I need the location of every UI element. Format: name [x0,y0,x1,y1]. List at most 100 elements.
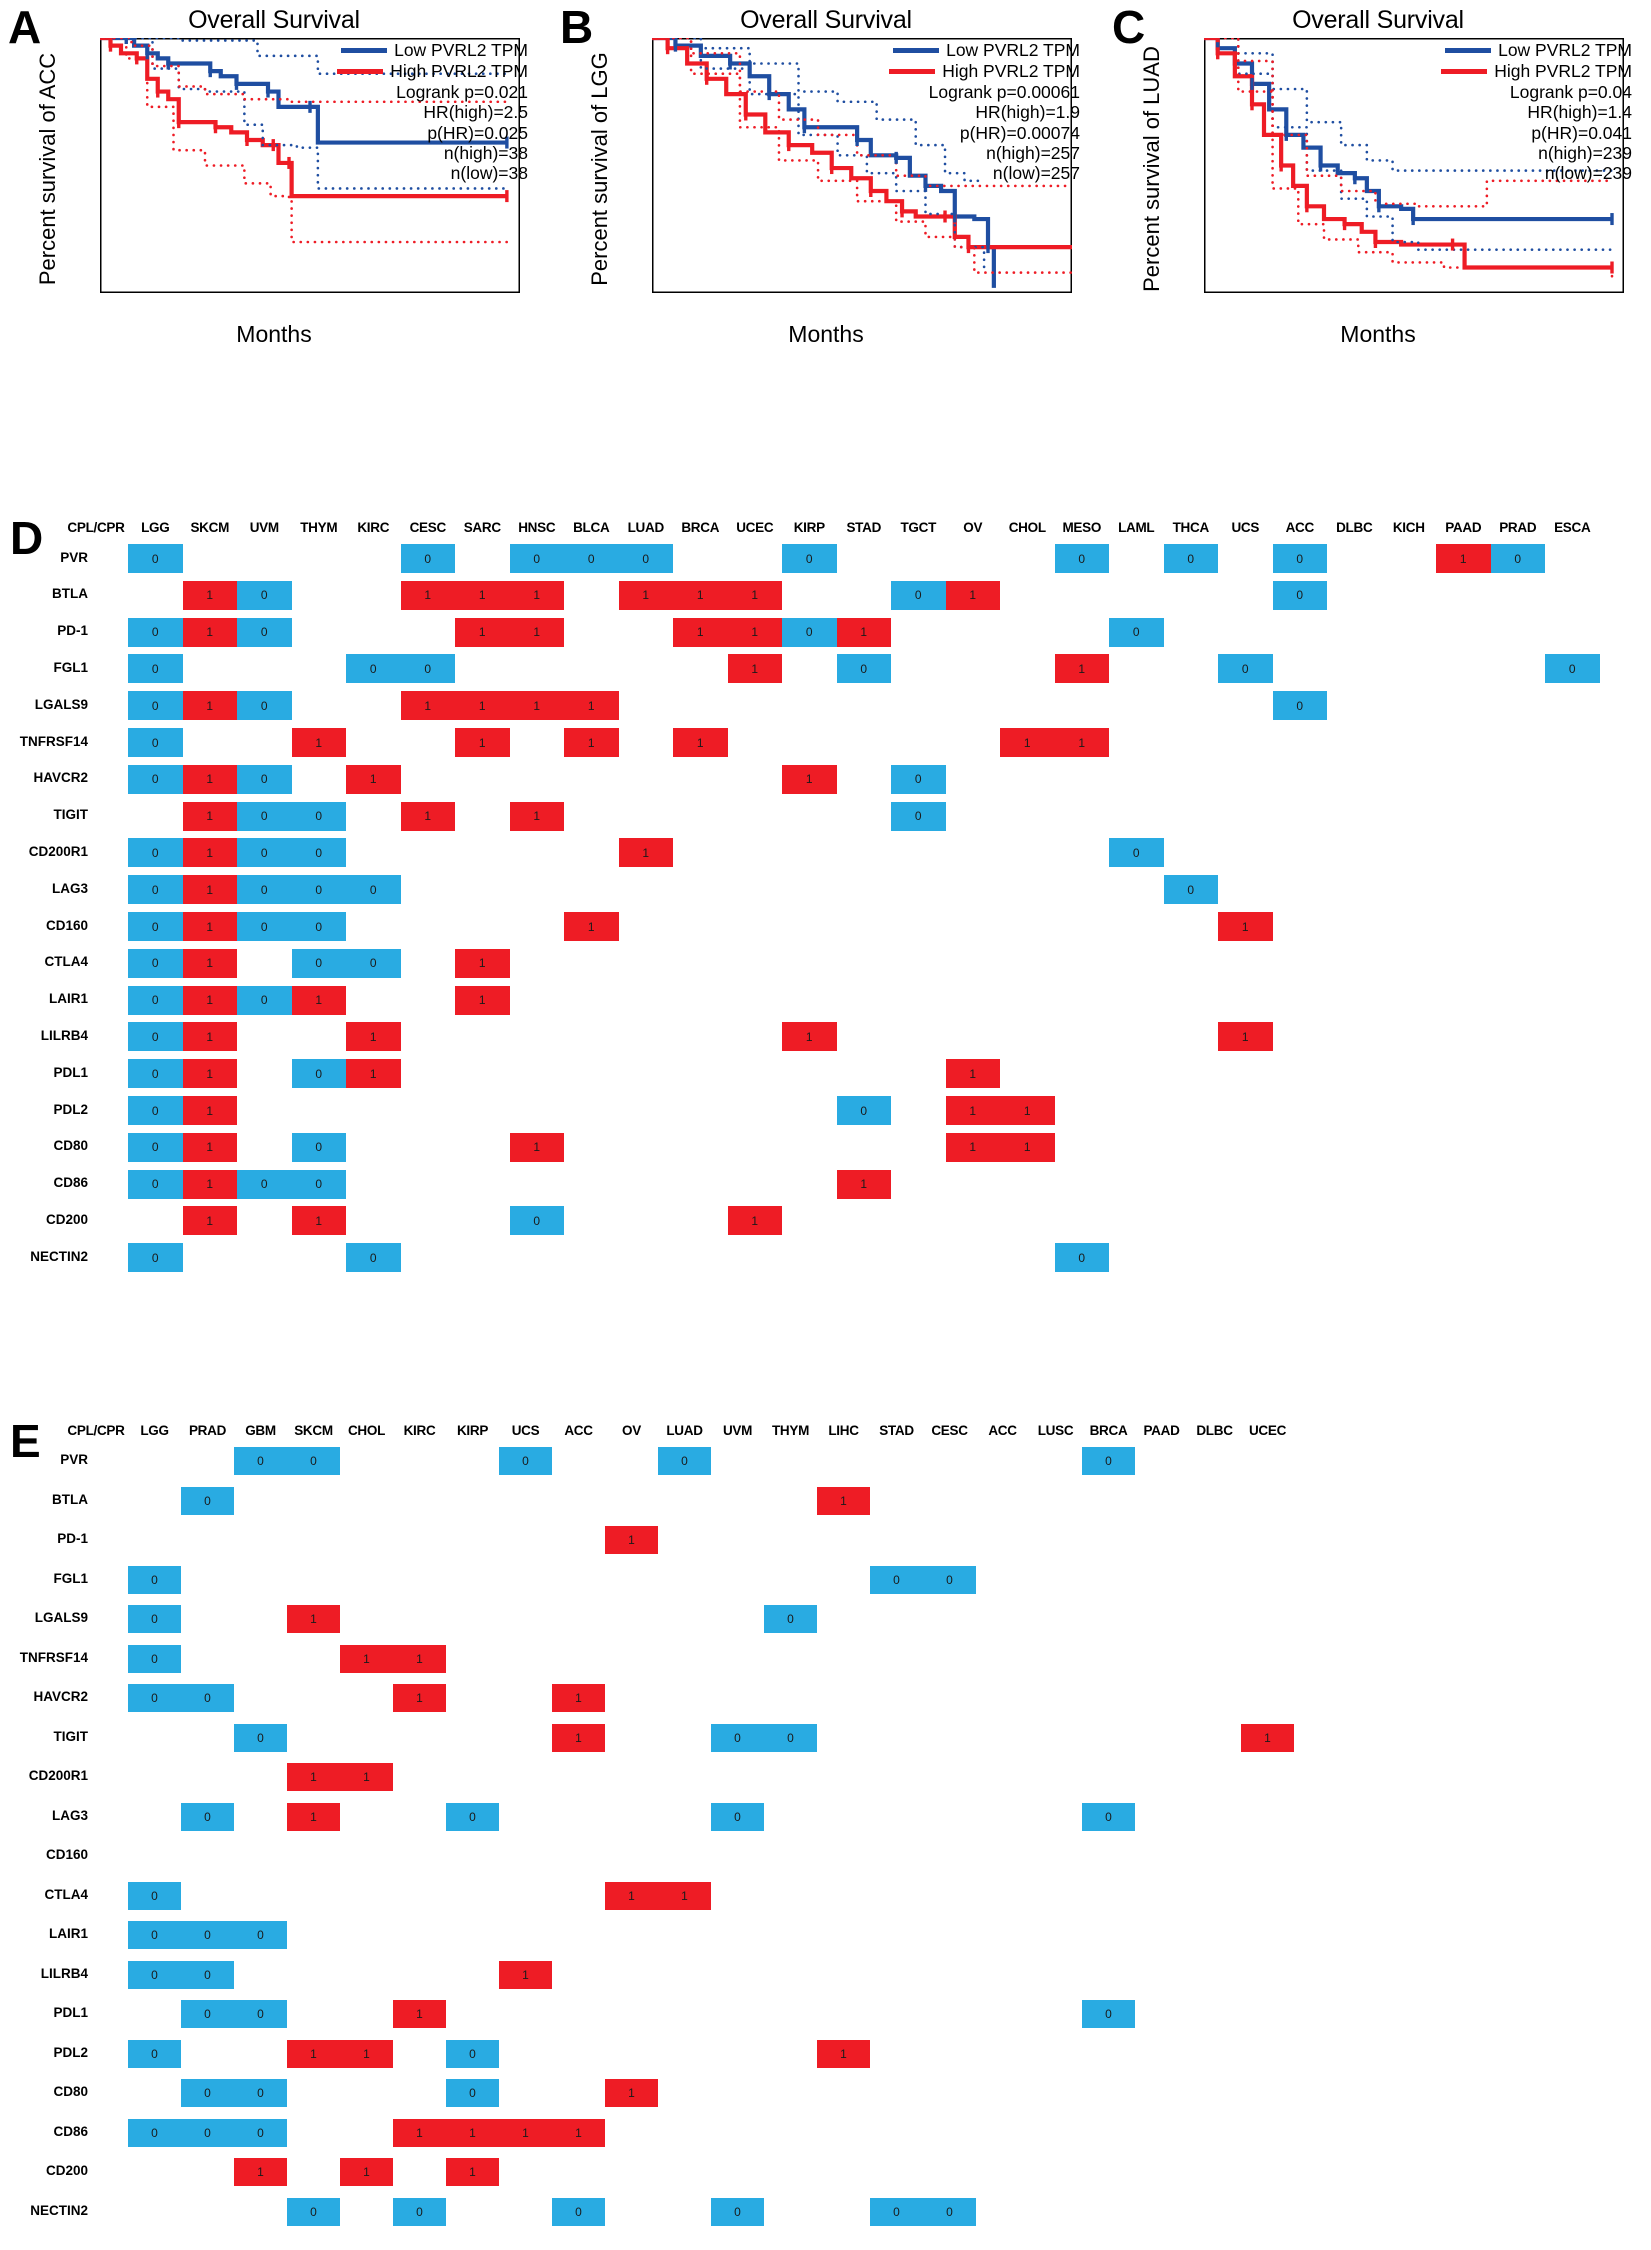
heatmap-cell[interactable]: 0 [234,2079,287,2107]
heatmap-cell[interactable]: 0 [128,1096,183,1125]
heatmap-cell[interactable]: 0 [181,2079,234,2107]
heatmap-cell[interactable]: 0 [393,2197,446,2226]
heatmap-cell[interactable]: 0 [234,1447,287,1475]
heatmap-cell[interactable]: 0 [128,1881,181,1910]
heatmap-cell[interactable]: 1 [1000,1132,1055,1162]
heatmap-cell[interactable]: 1 [1218,912,1273,941]
heatmap-cell[interactable]: 0 [891,764,946,794]
heatmap-cell[interactable]: 1 [618,580,673,610]
heatmap-cell[interactable]: 0 [181,2000,234,2028]
heatmap-cell[interactable]: 0 [237,912,292,941]
heatmap-cell[interactable]: 1 [446,2158,499,2186]
heatmap-cell[interactable]: 0 [1082,2000,1135,2028]
heatmap-cell[interactable]: 0 [782,544,837,573]
heatmap-cell[interactable]: 1 [287,2039,340,2068]
heatmap-cell[interactable]: 0 [618,544,673,573]
heatmap-cell[interactable]: 0 [1545,654,1600,684]
heatmap-cell[interactable]: 0 [128,1022,183,1052]
heatmap-cell[interactable]: 1 [509,1132,564,1162]
heatmap-cell[interactable]: 1 [605,2079,658,2107]
heatmap-cell[interactable]: 0 [181,1921,234,1949]
heatmap-cell[interactable]: 1 [287,1605,340,1633]
heatmap-cell[interactable]: 1 [552,1684,605,1712]
heatmap-cell[interactable]: 0 [128,764,183,794]
heatmap-cell[interactable]: 1 [182,1132,237,1162]
heatmap-cell[interactable]: 0 [870,2197,923,2226]
heatmap-cell[interactable]: 0 [509,1206,564,1236]
heatmap-cell[interactable]: 0 [291,838,346,868]
heatmap-cell[interactable]: 1 [658,1881,711,1910]
heatmap-cell[interactable]: 1 [393,1644,446,1673]
heatmap-cell[interactable]: 0 [128,1169,183,1199]
heatmap-cell[interactable]: 0 [711,1802,764,1831]
heatmap-cell[interactable]: 1 [455,728,510,757]
heatmap-cell[interactable]: 1 [945,1096,1000,1125]
heatmap-cell[interactable]: 0 [181,1960,234,1989]
heatmap-cell[interactable]: 0 [128,985,183,1015]
heatmap-cell[interactable]: 0 [1082,1447,1135,1475]
heatmap-cell[interactable]: 0 [346,948,401,978]
heatmap-cell[interactable]: 1 [673,617,728,647]
heatmap-cell[interactable]: 1 [182,838,237,868]
heatmap-cell[interactable]: 1 [564,691,619,721]
heatmap-cell[interactable]: 1 [340,2039,393,2068]
heatmap-cell[interactable]: 0 [237,1169,292,1199]
heatmap-cell[interactable]: 0 [291,948,346,978]
heatmap-cell[interactable]: 0 [128,1565,181,1594]
heatmap-cell[interactable]: 0 [711,1723,764,1752]
heatmap-cell[interactable]: 0 [128,691,183,721]
heatmap-cell[interactable]: 1 [182,1096,237,1125]
heatmap-cell[interactable]: 1 [945,1132,1000,1162]
heatmap-cell[interactable]: 1 [945,1059,1000,1089]
heatmap-cell[interactable]: 0 [128,544,183,573]
heatmap-cell[interactable]: 0 [234,2118,287,2147]
heatmap-cell[interactable]: 1 [291,728,346,757]
heatmap-cell[interactable]: 1 [400,801,455,831]
heatmap-cell[interactable]: 0 [128,1684,181,1712]
heatmap-cell[interactable]: 0 [1163,875,1218,905]
heatmap-cell[interactable]: 0 [291,1132,346,1162]
heatmap-cell[interactable]: 0 [1082,1802,1135,1831]
heatmap-cell[interactable]: 1 [618,838,673,868]
heatmap-cell[interactable]: 1 [182,1022,237,1052]
heatmap-cell[interactable]: 1 [346,1059,401,1089]
heatmap-cell[interactable]: 1 [455,691,510,721]
heatmap-cell[interactable]: 1 [817,2039,870,2068]
heatmap-cell[interactable]: 1 [1241,1723,1294,1752]
heatmap-cell[interactable]: 1 [509,580,564,610]
heatmap-cell[interactable]: 0 [128,1243,183,1273]
heatmap-cell[interactable]: 0 [234,1723,287,1752]
heatmap-cell[interactable]: 1 [346,1022,401,1052]
heatmap-cell[interactable]: 1 [400,691,455,721]
heatmap-cell[interactable]: 1 [499,2118,552,2147]
heatmap-cell[interactable]: 1 [346,764,401,794]
heatmap-cell[interactable]: 1 [836,1169,891,1199]
heatmap-cell[interactable]: 0 [128,1644,181,1673]
heatmap-cell[interactable]: 0 [1163,544,1218,573]
heatmap-cell[interactable]: 0 [499,1447,552,1475]
heatmap-cell[interactable]: 0 [836,654,891,684]
heatmap-cell[interactable]: 0 [1218,654,1273,684]
heatmap-cell[interactable]: 1 [182,1169,237,1199]
heatmap-cell[interactable]: 0 [1054,544,1109,573]
heatmap-cell[interactable]: 0 [291,875,346,905]
heatmap-cell[interactable]: 1 [455,580,510,610]
heatmap-cell[interactable]: 1 [727,617,782,647]
heatmap-cell[interactable]: 0 [711,2197,764,2226]
heatmap-cell[interactable]: 1 [182,1059,237,1089]
heatmap-cell[interactable]: 1 [182,764,237,794]
heatmap-cell[interactable]: 1 [1436,544,1491,573]
heatmap-cell[interactable]: 1 [1054,728,1109,757]
heatmap-cell[interactable]: 1 [727,654,782,684]
heatmap-cell[interactable]: 1 [499,1960,552,1989]
heatmap-cell[interactable]: 1 [727,1206,782,1236]
heatmap-cell[interactable]: 0 [287,1447,340,1475]
heatmap-cell[interactable]: 1 [291,1206,346,1236]
heatmap-cell[interactable]: 1 [340,2158,393,2186]
heatmap-cell[interactable]: 1 [509,617,564,647]
heatmap-cell[interactable]: 1 [455,985,510,1015]
heatmap-cell[interactable]: 0 [128,1605,181,1633]
heatmap-cell[interactable]: 0 [509,544,564,573]
heatmap-cell[interactable]: 0 [836,1096,891,1125]
heatmap-cell[interactable]: 0 [1272,544,1327,573]
